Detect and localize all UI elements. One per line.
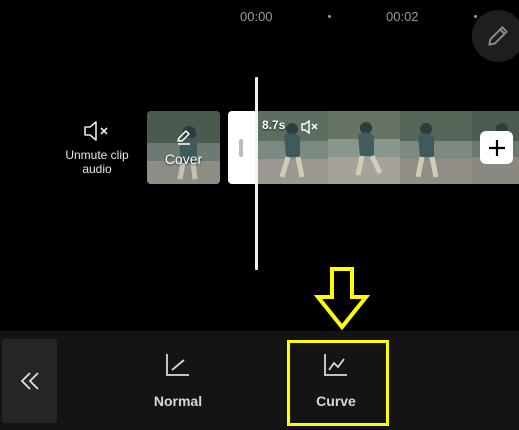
cover-thumbnail[interactable]: Cover <box>147 111 220 184</box>
ruler-dot <box>328 15 331 18</box>
cover-label: Cover <box>164 151 203 167</box>
cover-frame-image <box>147 111 220 184</box>
double-chevron-left-icon <box>20 372 39 390</box>
clip-frame <box>328 111 400 184</box>
down-arrow-annotation-icon <box>314 267 370 331</box>
ruler-dot <box>474 15 477 18</box>
normal-speed-icon <box>166 354 189 376</box>
unmute-clip-audio-button[interactable]: Unmute clip audio <box>55 120 139 176</box>
clip-frame <box>400 111 472 184</box>
collapse-back-button[interactable] <box>2 339 57 423</box>
edit-pencil-button[interactable] <box>472 10 519 62</box>
timecode-2s: 00:02 <box>386 9 419 24</box>
speed-normal-label: Normal <box>153 393 203 409</box>
clip-duration-badge: 8.7s <box>262 118 286 132</box>
edit-icon <box>177 130 190 145</box>
clip-muted-icon <box>301 119 318 135</box>
plus-icon <box>488 139 505 156</box>
timecode-start: 00:00 <box>240 9 273 24</box>
bottom-toolbar <box>0 331 519 430</box>
playhead[interactable] <box>255 77 258 270</box>
speaker-muted-icon <box>84 121 108 141</box>
timeline-ruler: 00:00 00:02 <box>0 0 519 36</box>
add-clip-button[interactable] <box>480 131 513 164</box>
speed-normal-option[interactable]: Normal <box>138 352 218 409</box>
clip-trim-handle[interactable] <box>239 139 243 157</box>
unmute-clip-audio-label: Unmute clip audio <box>65 148 129 176</box>
curve-highlight-annotation <box>287 340 389 426</box>
pencil-icon <box>488 26 508 46</box>
